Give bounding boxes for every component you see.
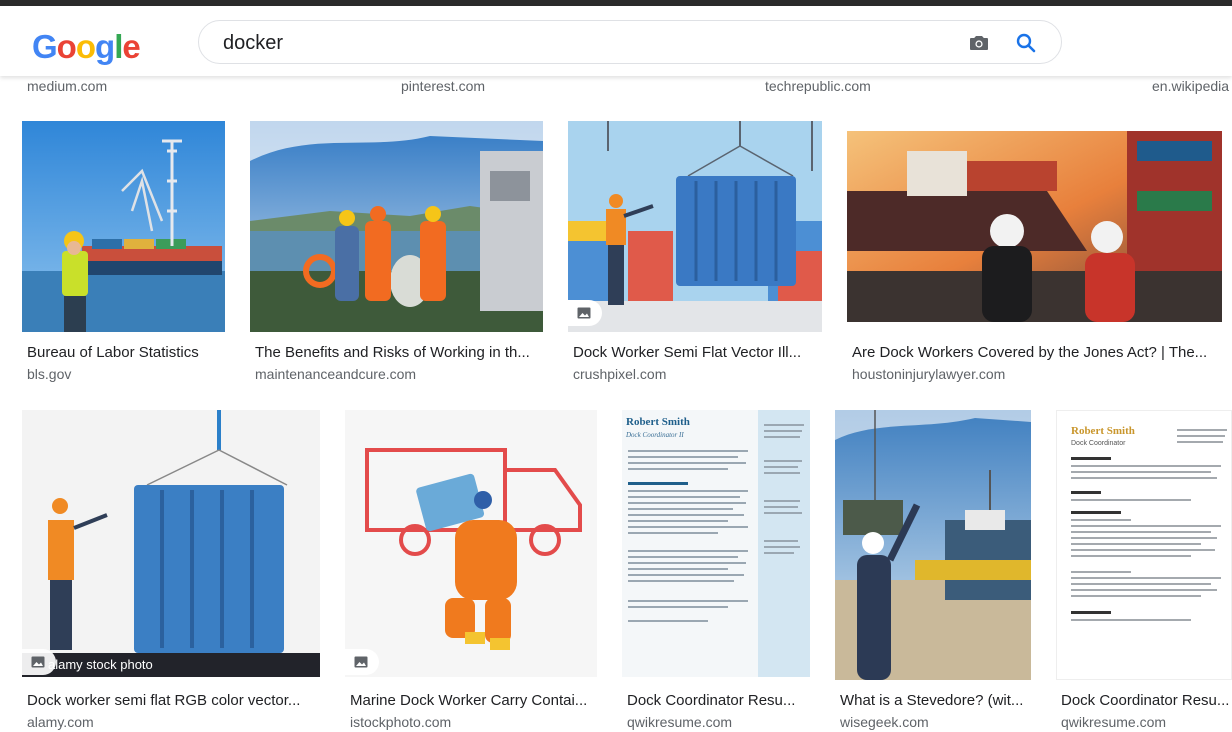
camera-icon[interactable] (967, 31, 991, 55)
result-image-stevedore[interactable] (835, 410, 1031, 680)
result-title[interactable]: Bureau of Labor Statistics (27, 344, 225, 361)
result-image-vector-dock-worker[interactable] (568, 121, 822, 332)
logo-letter-g: G (32, 28, 58, 65)
result-domain: istockphoto.com (350, 714, 452, 730)
result-domain: bls.gov (27, 366, 72, 382)
result-image-cargo-ship-sunset[interactable] (847, 131, 1222, 322)
image-badge (22, 649, 56, 675)
logo-letter-o1: o (56, 28, 77, 65)
previous-row-sources: medium.com pinterest.com techrepublic.co… (0, 76, 1232, 96)
resume-name-text: Robert Smith (1071, 425, 1135, 437)
image-badge-icon (577, 307, 591, 319)
result-domain: qwikresume.com (627, 714, 733, 730)
google-logo[interactable]: Google (32, 28, 141, 66)
image-badge (568, 300, 602, 326)
result-image-istock-worker-truck[interactable] (345, 410, 597, 677)
result-title[interactable]: Dock Worker Semi Flat Vector Ill... (573, 344, 822, 361)
result-domain: alamy.com (27, 714, 94, 730)
result-domain: wisegeek.com (840, 714, 929, 730)
search-box[interactable] (198, 20, 1062, 64)
result-domain: crushpixel.com (573, 366, 667, 382)
alamy-watermark-text: alamy stock photo (48, 657, 153, 672)
result-image-resume-2[interactable]: Robert Smith Dock Coordinator (1056, 410, 1232, 680)
result-title[interactable]: The Benefits and Risks of Working in th.… (255, 344, 543, 361)
result-title[interactable]: Are Dock Workers Covered by the Jones Ac… (852, 344, 1222, 361)
result-title[interactable]: What is a Stevedore? (wit... (840, 692, 1031, 709)
image-badge (345, 649, 379, 675)
logo-letter-o2: o (75, 28, 96, 65)
result-image-alamy-container[interactable]: alamy stock photo (22, 410, 320, 677)
result-domain: houstoninjurylawyer.com (852, 366, 1006, 382)
search-header: Google (0, 6, 1232, 76)
search-icon[interactable] (1014, 31, 1038, 55)
logo-letter-e: e (122, 28, 140, 65)
resume-role-text: Dock Coordinator (1071, 440, 1126, 447)
source-link[interactable]: pinterest.com (401, 78, 485, 94)
logo-letter-l: l (114, 28, 123, 65)
search-input[interactable] (223, 29, 923, 57)
result-title[interactable]: Dock worker semi flat RGB color vector..… (27, 692, 320, 709)
image-badge-icon (354, 656, 368, 668)
logo-letter-g2: g (95, 28, 115, 65)
resume-name-text: Robert Smith (626, 416, 690, 428)
source-link[interactable]: techrepublic.com (765, 78, 871, 94)
result-image-port-crane[interactable] (22, 121, 225, 332)
source-link[interactable]: en.wikipedia (1152, 78, 1229, 94)
result-title[interactable]: Dock Coordinator Resu... (627, 692, 810, 709)
result-image-ship-deck-workers[interactable] (250, 121, 543, 332)
image-badge-icon (31, 656, 45, 668)
result-title[interactable]: Dock Coordinator Resu... (1061, 692, 1232, 709)
resume-role-text: Dock Coordinator II (626, 431, 684, 439)
source-link[interactable]: medium.com (27, 78, 107, 94)
result-domain: maintenanceandcure.com (255, 366, 417, 382)
result-image-resume-1[interactable]: Robert Smith Dock Coordinator II (622, 410, 810, 677)
result-title[interactable]: Marine Dock Worker Carry Contai... (350, 692, 597, 709)
result-domain: qwikresume.com (1061, 714, 1167, 730)
